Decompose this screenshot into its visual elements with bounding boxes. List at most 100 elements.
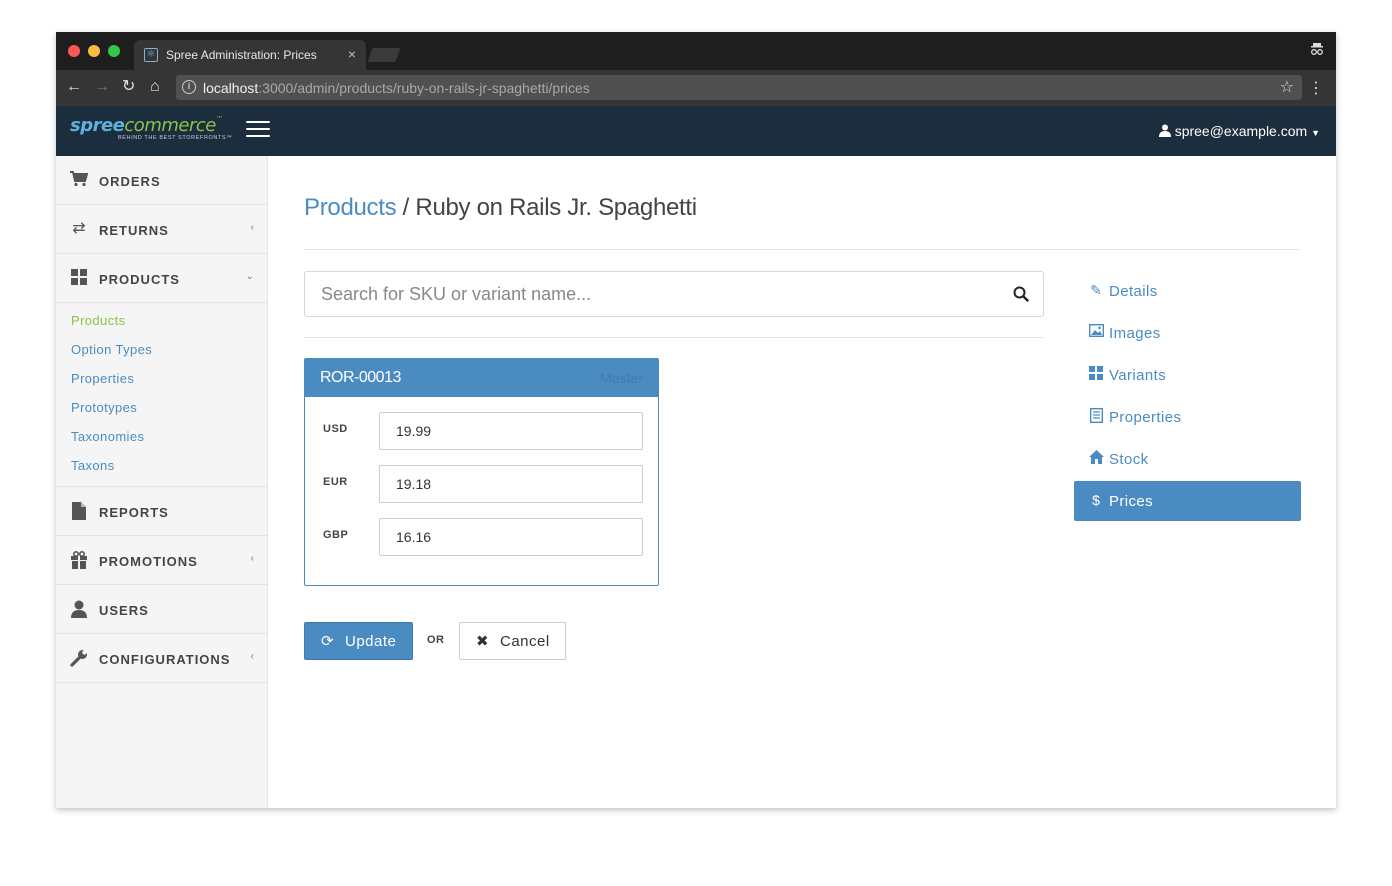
browser-window: ⚛ Spree Administration: Prices × ← → ↻ ⌂… <box>56 32 1336 808</box>
new-tab-button[interactable] <box>367 48 401 62</box>
price-input-eur[interactable] <box>379 465 643 503</box>
url-host: localhost <box>203 80 259 96</box>
subnav-properties[interactable]: Properties <box>56 366 267 395</box>
browser-tab-active[interactable]: ⚛ Spree Administration: Prices × <box>134 40 366 70</box>
exchange-icon: ⇄ <box>72 220 86 237</box>
incognito-icon <box>1310 42 1324 59</box>
info-icon[interactable]: i <box>182 80 196 94</box>
update-label: Update <box>345 633 397 650</box>
sidebar-item-label: REPORTS <box>99 505 169 520</box>
product-tabs-nav: ✎ Details Images Variants Properties Sto… <box>1074 271 1301 523</box>
tab-stock[interactable]: Stock <box>1074 439 1301 479</box>
tab-variants[interactable]: Variants <box>1074 355 1301 395</box>
variant-search <box>304 271 1044 317</box>
chevron-down-icon: ⌄ <box>245 271 254 282</box>
cart-icon <box>70 171 89 189</box>
currency-label: GBP <box>323 529 349 541</box>
tab-label: Stock <box>1109 451 1149 468</box>
sidebar-item-orders[interactable]: ORDERS <box>56 156 267 205</box>
variant-sku: ROR-00013 <box>320 369 401 386</box>
gift-icon <box>70 550 88 569</box>
maximize-window-button[interactable] <box>108 45 120 57</box>
variant-price-panel: ROR-00013 Master USD EUR GBP <box>304 358 659 586</box>
tab-details[interactable]: ✎ Details <box>1074 271 1301 311</box>
master-badge: Master <box>600 370 643 386</box>
currency-label: USD <box>323 423 348 435</box>
spree-logo[interactable]: spreecommerce™ BEHIND THE BEST STOREFRON… <box>70 115 232 141</box>
tab-close-icon[interactable]: × <box>348 46 356 62</box>
tab-label: Variants <box>1109 367 1167 384</box>
tab-label: Prices <box>1109 493 1154 510</box>
logo-word-spree: spree <box>70 115 125 136</box>
subnav-taxonomies[interactable]: Taxonomies <box>56 424 267 453</box>
wrench-icon <box>70 649 88 667</box>
refresh-icon: ⟳ <box>321 633 334 650</box>
user-menu[interactable]: spree@example.com ▼ <box>1158 123 1320 139</box>
tab-properties[interactable]: Properties <box>1074 397 1301 437</box>
page-title: Products / Ruby on Rails Jr. Spaghetti <box>304 194 697 222</box>
breadcrumb-products-link[interactable]: Products <box>304 194 397 221</box>
sidebar-item-label: ORDERS <box>99 174 161 189</box>
search-icon[interactable] <box>1013 286 1029 302</box>
update-button[interactable]: ⟳ Update <box>304 622 413 660</box>
browser-toolbar: ← → ↻ ⌂ i localhost:3000/admin/products/… <box>56 70 1336 106</box>
price-input-usd[interactable] <box>379 412 643 450</box>
sidebar-item-label: PROMOTIONS <box>99 554 198 569</box>
sidebar: ORDERS ⇄ RETURNS ‹ PRODUCTS ⌄ Products O… <box>56 156 268 808</box>
react-favicon-icon: ⚛ <box>144 48 158 62</box>
price-row: EUR <box>323 465 645 503</box>
tab-label: Details <box>1109 283 1158 300</box>
url-path: :3000/admin/products/ruby-on-rails-jr-sp… <box>258 80 590 96</box>
list-icon <box>1088 407 1104 424</box>
sidebar-item-label: RETURNS <box>99 223 169 238</box>
or-separator: OR <box>427 634 445 646</box>
subnav-taxons[interactable]: Taxons <box>56 453 267 482</box>
subnav-prototypes[interactable]: Prototypes <box>56 395 267 424</box>
subnav-option-types[interactable]: Option Types <box>56 337 267 366</box>
tab-images[interactable]: Images <box>1074 313 1301 353</box>
breadcrumb-separator: / <box>396 194 416 221</box>
sidebar-item-returns[interactable]: ⇄ RETURNS ‹ <box>56 205 267 254</box>
home-icon[interactable]: ⌂ <box>150 78 160 96</box>
price-input-gbp[interactable] <box>379 518 643 556</box>
cancel-label: Cancel <box>500 633 550 650</box>
divider <box>304 249 1300 250</box>
sidebar-item-label: USERS <box>99 603 149 618</box>
sidebar-item-promotions[interactable]: PROMOTIONS ‹ <box>56 536 267 585</box>
sidebar-item-products[interactable]: PRODUCTS ⌄ <box>56 254 267 303</box>
close-window-button[interactable] <box>68 45 80 57</box>
pencil-icon: ✎ <box>1090 282 1102 298</box>
sidebar-item-reports[interactable]: REPORTS <box>56 487 267 536</box>
sidebar-item-users[interactable]: USERS <box>56 585 267 634</box>
url-text[interactable]: localhost:3000/admin/products/ruby-on-ra… <box>203 80 590 96</box>
forward-arrow-icon[interactable]: → <box>94 78 110 96</box>
chevron-left-icon: ‹ <box>250 553 254 564</box>
kebab-menu-icon[interactable]: ⋮ <box>1308 78 1324 98</box>
close-icon: ✖ <box>476 633 489 650</box>
tab-label: Properties <box>1109 409 1182 426</box>
dollar-icon: $ <box>1092 492 1100 508</box>
hamburger-menu-icon[interactable] <box>246 121 270 139</box>
subnav-products[interactable]: Products <box>56 308 267 337</box>
user-icon <box>70 600 88 618</box>
picture-icon <box>1088 323 1104 340</box>
logo-word-commerce: commerce <box>124 115 216 136</box>
price-row: USD <box>323 412 645 450</box>
minimize-window-button[interactable] <box>88 45 100 57</box>
search-input[interactable] <box>321 282 1001 306</box>
chevron-left-icon: ‹ <box>250 222 254 233</box>
sidebar-item-configurations[interactable]: CONFIGURATIONS ‹ <box>56 634 267 683</box>
address-bar[interactable]: i localhost:3000/admin/products/ruby-on-… <box>176 75 1302 100</box>
app-header: spreecommerce™ BEHIND THE BEST STOREFRON… <box>56 106 1336 156</box>
chevron-left-icon: ‹ <box>250 651 254 662</box>
home-icon <box>1088 450 1104 466</box>
currency-label: EUR <box>323 476 348 488</box>
browser-tabstrip: ⚛ Spree Administration: Prices × <box>56 32 1336 70</box>
cancel-button[interactable]: ✖ Cancel <box>459 622 566 660</box>
reload-icon[interactable]: ↻ <box>122 78 135 96</box>
back-arrow-icon[interactable]: ← <box>66 78 82 96</box>
logo-trademark: ™ <box>215 115 223 123</box>
tab-prices[interactable]: $ Prices <box>1074 481 1301 521</box>
tab-label: Images <box>1109 325 1161 342</box>
bookmark-star-icon[interactable]: ☆ <box>1280 77 1294 97</box>
